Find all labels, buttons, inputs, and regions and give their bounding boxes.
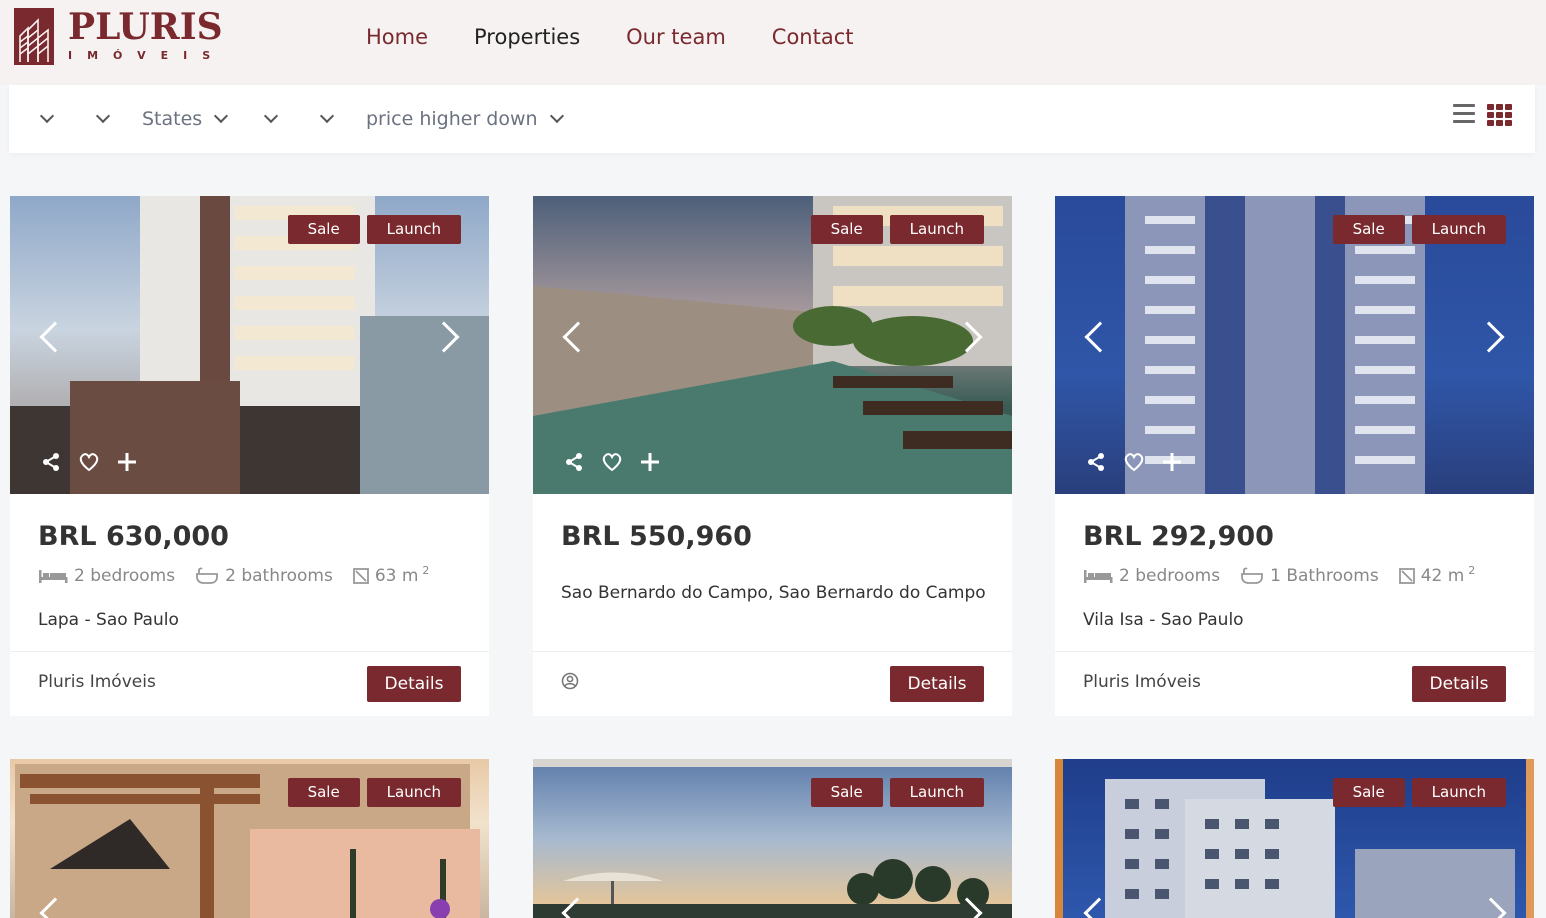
sale-badge: Sale	[810, 778, 883, 807]
details-button[interactable]: Details	[890, 666, 984, 702]
sort-label: price higher down	[366, 108, 538, 130]
property-location: Lapa - Sao Paulo	[38, 610, 179, 630]
plus-icon[interactable]	[1161, 451, 1183, 473]
nav-our-team[interactable]: Our team	[626, 20, 726, 54]
filter-dropdown-2[interactable]	[95, 105, 111, 133]
nav-home[interactable]: Home	[366, 20, 428, 54]
sale-badge: Sale	[1332, 215, 1405, 244]
property-image[interactable]: Sale Launch	[1055, 196, 1534, 494]
property-location: Vila Isa - Sao Paulo	[1083, 610, 1244, 630]
launch-badge: Launch	[366, 215, 461, 244]
area-value: 42 m	[1420, 566, 1465, 586]
property-image[interactable]: Sale Launch	[1055, 759, 1534, 918]
launch-badge: Launch	[889, 215, 984, 244]
sale-badge: Sale	[810, 215, 883, 244]
property-price: BRL 292,900	[1083, 521, 1274, 552]
launch-badge: Launch	[1411, 778, 1506, 807]
agent-name[interactable]: Pluris Imóveis	[1083, 672, 1201, 692]
agent-avatar-icon[interactable]	[561, 672, 579, 695]
nav-properties[interactable]: Properties	[474, 20, 580, 54]
bathtub-icon	[196, 567, 219, 584]
property-image[interactable]: Sale Launch	[10, 759, 489, 918]
property-specs: 2 bedrooms 1 Bathrooms 42 m2	[1083, 563, 1495, 586]
divider	[1055, 651, 1534, 652]
share-icon[interactable]	[1085, 451, 1107, 473]
property-card: Sale Launch	[1055, 759, 1534, 918]
list-view-icon[interactable]	[1453, 104, 1475, 126]
heart-icon[interactable]	[1123, 451, 1145, 473]
share-icon[interactable]	[40, 451, 62, 473]
bathrooms-count: 2 bathrooms	[225, 566, 333, 586]
area-unit-superscript: 2	[422, 563, 430, 577]
grid-view-icon[interactable]	[1487, 104, 1512, 127]
property-location: Sao Bernardo do Campo, Sao Bernardo do C…	[561, 583, 986, 603]
chevron-down-icon	[95, 108, 111, 124]
brand-subtitle: IMÓVEIS	[68, 49, 226, 62]
bed-icon	[39, 570, 68, 583]
bedrooms-count: 2 bedrooms	[1119, 566, 1221, 586]
property-card: Sale Launch	[533, 759, 1012, 918]
bathtub-icon	[1241, 567, 1264, 584]
property-image[interactable]: Sale Launch	[10, 196, 489, 494]
main-nav: Home Properties Our team Contact	[366, 20, 900, 54]
sale-badge: Sale	[1332, 778, 1405, 807]
launch-badge: Launch	[1411, 215, 1506, 244]
building-logo-icon	[14, 8, 54, 65]
chevron-down-icon	[39, 108, 55, 124]
details-button[interactable]: Details	[1412, 666, 1506, 702]
area-icon	[1398, 568, 1415, 584]
property-specs: 2 bedrooms 2 bathrooms 63 m2	[38, 563, 449, 586]
details-button[interactable]: Details	[367, 666, 461, 702]
plus-icon[interactable]	[639, 451, 661, 473]
chevron-down-icon	[549, 108, 564, 124]
property-price: BRL 630,000	[38, 521, 229, 552]
area-value: 63 m	[374, 566, 419, 586]
chevron-down-icon	[263, 108, 279, 124]
filter-states[interactable]: States	[142, 105, 229, 133]
sort-dropdown[interactable]: price higher down	[366, 105, 564, 133]
logo[interactable]: PLURIS IMÓVEIS	[14, 8, 225, 66]
nav-contact[interactable]: Contact	[772, 20, 854, 54]
heart-icon[interactable]	[78, 451, 100, 473]
property-card: Sale Launch BRL 550,960 Sao Bernardo do …	[533, 196, 1012, 716]
chevron-down-icon	[214, 108, 229, 124]
divider	[533, 651, 1012, 652]
filter-states-label: States	[142, 108, 203, 130]
filter-dropdown-1[interactable]	[39, 105, 55, 133]
share-icon[interactable]	[563, 451, 585, 473]
property-card: Sale Launch BRL 630,000 2 bedrooms 2 bat…	[10, 196, 489, 716]
sale-badge: Sale	[287, 215, 360, 244]
site-header: PLURIS IMÓVEIS Home Properties Our team …	[0, 0, 1546, 85]
bed-icon	[1084, 570, 1113, 583]
launch-badge: Launch	[366, 778, 461, 807]
bedrooms-count: 2 bedrooms	[74, 566, 176, 586]
brand-name: PLURIS	[68, 6, 223, 48]
agent-name[interactable]: Pluris Imóveis	[38, 672, 156, 692]
sale-badge: Sale	[287, 778, 360, 807]
filter-dropdown-5[interactable]	[319, 105, 335, 133]
property-card: Sale Launch	[10, 759, 489, 918]
property-card: Sale Launch BRL 292,900 2 bedrooms 1 Bat…	[1055, 196, 1534, 716]
area-icon	[352, 568, 369, 584]
plus-icon[interactable]	[116, 451, 138, 473]
property-price: BRL 550,960	[561, 521, 752, 552]
heart-icon[interactable]	[601, 451, 623, 473]
launch-badge: Launch	[889, 778, 984, 807]
filter-dropdown-4[interactable]	[263, 105, 279, 133]
divider	[10, 651, 489, 652]
chevron-down-icon	[319, 108, 335, 124]
filter-bar: States price higher down	[9, 85, 1535, 153]
bathrooms-count: 1 Bathrooms	[1270, 566, 1379, 586]
area-unit-superscript: 2	[1468, 563, 1476, 577]
property-image[interactable]: Sale Launch	[533, 759, 1012, 918]
property-image[interactable]: Sale Launch	[533, 196, 1012, 494]
